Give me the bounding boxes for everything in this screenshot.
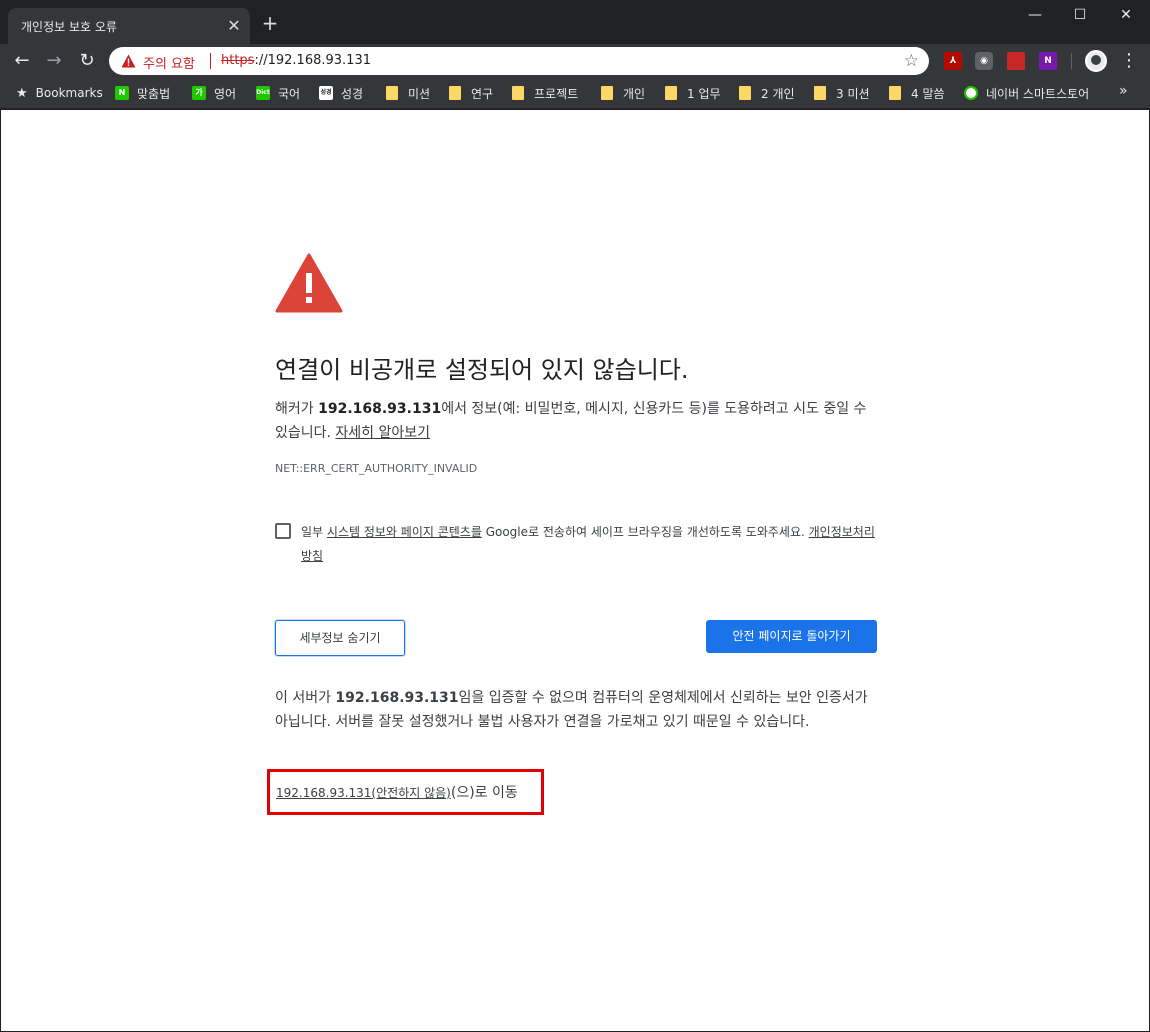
bookmark-label: Bookmarks — [35, 86, 103, 100]
tab-privacy-error[interactable]: 개인정보 보호 오류 ✕ — [8, 8, 250, 44]
bookmark-label: 미션 — [408, 86, 431, 101]
profile-avatar[interactable] — [1085, 50, 1107, 72]
bookmark-folder-project[interactable]: 프로젝트 — [512, 83, 578, 103]
bookmarks-bar: ★ Bookmarks N 맞춤법 가 영어 Dict 국어 성경 성경 미션 … — [0, 78, 1150, 108]
folder-icon — [889, 86, 901, 100]
forward-button[interactable]: → — [40, 47, 68, 75]
star-icon: ★ — [16, 85, 28, 101]
bookmark-folder-mission-3[interactable]: 3 미션 — [814, 83, 870, 103]
intro-text: 해커가 192.168.93.131에서 정보(예: 비밀번호, 메시지, 신용… — [275, 397, 877, 445]
details-text: 이 서버가 192.168.93.131임을 입증할 수 없으며 컴퓨터의 운영… — [275, 686, 877, 734]
close-tab-icon[interactable]: ✕ — [224, 16, 244, 36]
bookmark-smartstore[interactable]: 네이버 스마트스토어 — [964, 83, 1104, 103]
bookmark-label: 3 미션 — [836, 86, 870, 101]
omnibox-divider — [210, 53, 211, 69]
host-name: 192.168.93.131 — [318, 401, 442, 417]
safe-browsing-optin-text: 일부 시스템 정보와 페이지 콘텐츠를 Google로 전송하여 세이프 브라우… — [301, 520, 877, 568]
tab-strip: 개인정보 보호 오류 ✕ + — ☐ ✕ — [0, 0, 1150, 44]
bookmark-label: 네이버 스마트스토어 — [986, 86, 1090, 101]
back-to-safety-button[interactable]: 안전 페이지로 돌아가기 — [706, 620, 877, 653]
naver-icon: N — [115, 86, 129, 100]
details-text-part: 이 서버가 — [275, 690, 336, 706]
folder-icon — [665, 86, 677, 100]
folder-icon — [449, 86, 461, 100]
bookmark-label: 맞춤법 — [137, 86, 171, 101]
bookmark-label: 2 개인 — [761, 86, 795, 101]
bookmark-folder-work[interactable]: 1 업무 — [665, 83, 721, 103]
bookmark-label: 1 업무 — [687, 86, 721, 101]
url-host: ://192.168.93.131 — [254, 53, 371, 68]
bookmark-folder-personal[interactable]: 개인 — [601, 83, 645, 103]
book-extension-icon[interactable] — [1007, 52, 1025, 70]
bookmark-folder-personal-2[interactable]: 2 개인 — [739, 83, 795, 103]
interstitial-page: 연결이 비공개로 설정되어 있지 않습니다. 해커가 192.168.93.13… — [1, 110, 1149, 1031]
optin-text-part: 일부 — [301, 525, 327, 539]
acrobat-extension-icon[interactable]: ⅄ — [944, 52, 962, 70]
bookmark-folder-research[interactable]: 연구 — [449, 83, 493, 103]
bookmark-label: 4 말씀 — [911, 86, 945, 101]
address-bar[interactable]: 주의 요함 https://192.168.93.131 ☆ — [109, 47, 929, 75]
host-name: 192.168.93.131 — [335, 690, 459, 706]
folder-icon — [739, 86, 751, 100]
optin-text-part: Google로 전송하여 세이프 브라우징을 개선하도록 도와주세요. — [481, 525, 809, 539]
proceed-suffix: (으)로 이동 — [450, 785, 518, 801]
url-text[interactable]: https://192.168.93.131 — [221, 53, 371, 68]
bookmark-spelling[interactable]: N 맞춤법 — [115, 83, 170, 103]
url-scheme: https — [221, 53, 255, 68]
warning-triangle-icon — [275, 253, 343, 313]
bible-icon: 성경 — [319, 86, 333, 100]
proceed-unsafe-link[interactable]: 192.168.93.131(안전하지 않음) — [276, 786, 451, 800]
minimize-button[interactable]: — — [1012, 0, 1058, 30]
toolbar-divider — [1071, 53, 1072, 69]
bookmark-label: 프로젝트 — [534, 86, 579, 101]
hide-details-button[interactable]: 세부정보 숨기기 — [275, 620, 405, 656]
bookmark-label: 연구 — [471, 86, 494, 101]
bookmark-label: 영어 — [214, 86, 237, 101]
bookmark-star-icon[interactable]: ☆ — [904, 51, 919, 71]
safe-browsing-checkbox[interactable] — [275, 523, 291, 539]
back-button[interactable]: ← — [8, 47, 36, 75]
bookmark-folder-word[interactable]: 4 말씀 — [889, 83, 945, 103]
error-code: NET::ERR_CERT_AUTHORITY_INVALID — [275, 462, 478, 475]
bookmark-bible[interactable]: 성경 성경 — [319, 83, 363, 103]
folder-icon — [814, 86, 826, 100]
browser-window: 개인정보 보호 오류 ✕ + — ☐ ✕ ← → ↻ 주의 요함 https:/… — [0, 0, 1150, 1032]
dict-icon: Dict — [256, 86, 270, 100]
system-info-link[interactable]: 시스템 정보와 페이지 콘텐츠를 — [327, 525, 482, 539]
intro-text-part: 해커가 — [275, 401, 319, 417]
maximize-button[interactable]: ☐ — [1057, 0, 1103, 30]
bookmark-label: 개인 — [623, 86, 646, 101]
folder-icon — [512, 86, 524, 100]
bookmark-english[interactable]: 가 영어 — [192, 83, 236, 103]
page-title: 연결이 비공개로 설정되어 있지 않습니다. — [275, 356, 689, 384]
bookmark-korean[interactable]: Dict 국어 — [256, 83, 300, 103]
new-tab-button[interactable]: + — [258, 12, 282, 36]
bookmark-label: 국어 — [278, 86, 301, 101]
toolbar: ← → ↻ 주의 요함 https://192.168.93.131 ☆ ⅄ ◉… — [0, 44, 1150, 78]
bookmark-folder-mission[interactable]: 미션 — [386, 83, 430, 103]
proceed-line: 192.168.93.131(안전하지 않음)(으)로 이동 — [276, 782, 518, 802]
bookmark-apps[interactable]: ★ Bookmarks — [16, 83, 103, 103]
avatar-head — [1091, 55, 1101, 65]
learn-more-link[interactable]: 자세히 알아보기 — [335, 425, 430, 441]
chrome-menu-button[interactable]: ⋮ — [1119, 47, 1139, 75]
security-status-label[interactable]: 주의 요함 — [143, 53, 195, 72]
smartstore-icon — [964, 86, 978, 100]
close-window-button[interactable]: ✕ — [1103, 0, 1149, 30]
tab-title: 개인정보 보호 오류 — [21, 20, 117, 34]
camera-extension-icon[interactable]: ◉ — [975, 52, 993, 70]
folder-icon — [601, 86, 613, 100]
bookmark-label: 성경 — [341, 86, 364, 101]
bookmarks-overflow-button[interactable]: » — [1119, 83, 1128, 99]
folder-icon — [386, 86, 398, 100]
onenote-extension-icon[interactable]: N — [1039, 52, 1057, 70]
dict-icon: 가 — [192, 86, 206, 100]
not-secure-warning-icon[interactable] — [121, 54, 136, 68]
reload-button[interactable]: ↻ — [73, 47, 101, 75]
